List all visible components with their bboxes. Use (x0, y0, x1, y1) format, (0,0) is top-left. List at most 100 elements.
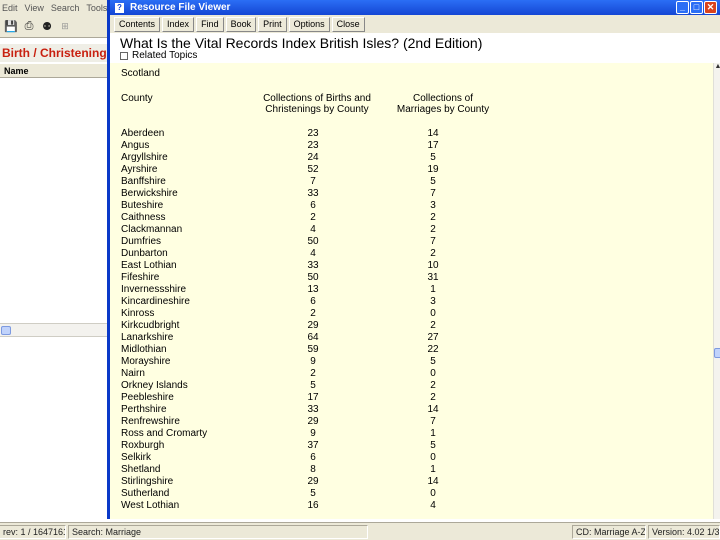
births-cell: 24 (307, 152, 319, 163)
table-row: Nairn 2 0 (110, 368, 710, 380)
births-cell: 23 (307, 128, 319, 139)
status-version: Version: 4.02 1/31/ (648, 525, 720, 539)
related-topics-icon[interactable] (120, 51, 128, 60)
marriages-cell: 14 (427, 404, 439, 415)
document-area: What Is the Vital Records Index British … (110, 33, 720, 519)
county-table: Aberdeen 23 14 Angus 23 17 Argyllshire 24 5 Ayrsh… (110, 128, 710, 512)
table-row: Kirkcudbright 29 2 (110, 320, 710, 332)
book-button[interactable]: Book (225, 16, 257, 32)
births-cell: 6 (310, 452, 316, 463)
marriages-cell: 14 (427, 128, 439, 139)
menu-tools[interactable]: Tools (86, 3, 107, 13)
table-row: East Lothian 33 10 (110, 260, 710, 272)
contents-button[interactable]: Contents (114, 16, 161, 32)
marriages-cell: 0 (430, 308, 436, 319)
close-button[interactable]: ✕ (704, 1, 717, 14)
save-icon[interactable]: 💾 (4, 20, 18, 34)
marriages-cell: 7 (430, 236, 436, 247)
horizontal-scrollbar[interactable] (0, 323, 110, 337)
vertical-scroll-thumb[interactable] (714, 348, 720, 358)
bg-menubar: Edit View Search Tools (0, 0, 110, 16)
births-cell: 52 (307, 164, 319, 175)
births-cell: 29 (307, 320, 319, 331)
header-marriages: Collections of Marriages by County (396, 93, 490, 115)
county-cell: Ayrshire (121, 164, 158, 175)
county-cell: Midlothian (121, 344, 167, 355)
minimize-button[interactable]: _ (676, 1, 689, 14)
table-row: Buteshire 6 3 (110, 200, 710, 212)
status-search: Search: Marriage (68, 525, 368, 539)
details-pane (0, 337, 110, 522)
county-cell: East Lothian (121, 260, 177, 271)
marriages-cell: 2 (430, 380, 436, 391)
options-button[interactable]: Options (288, 16, 330, 32)
find-button[interactable]: Find (196, 16, 224, 32)
county-cell: Sutherland (121, 488, 170, 499)
bg-toolbar: 💾 ⎙ ⚉ ⊞ (0, 16, 110, 38)
header-county: County (121, 93, 153, 104)
births-cell: 9 (310, 428, 316, 439)
births-cell: 59 (307, 344, 319, 355)
table-row: Caithness 2 2 (110, 212, 710, 224)
related-topics-link[interactable]: Related Topics (120, 50, 197, 61)
marriages-cell: 10 (427, 260, 439, 271)
print-icon[interactable]: ⎙ (22, 20, 36, 34)
column-header-name[interactable]: Name (0, 63, 110, 78)
marriages-cell: 31 (427, 272, 439, 283)
marriages-cell: 27 (427, 332, 439, 343)
status-cd: CD: Marriage A-Z (572, 525, 646, 539)
region-label: Scotland (121, 68, 160, 79)
county-cell: Stirlingshire (121, 476, 174, 487)
marriages-cell: 0 (430, 368, 436, 379)
print-button[interactable]: Print (258, 16, 287, 32)
maximize-button[interactable]: □ (690, 1, 703, 14)
table-row: Banffshire 7 5 (110, 176, 710, 188)
county-cell: Lanarkshire (121, 332, 174, 343)
header-births: Collections of Births and Christenings b… (263, 93, 371, 115)
table-row: Berwickshire 33 7 (110, 188, 710, 200)
status-record: rev: 1 / 1647161 (0, 525, 66, 539)
county-cell: Buteshire (121, 200, 164, 211)
marriages-cell: 0 (430, 452, 436, 463)
document-title: What Is the Vital Records Index British … (120, 35, 483, 51)
county-cell: Peebleshire (121, 392, 174, 403)
scroll-thumb[interactable] (1, 326, 11, 335)
menu-view[interactable]: View (25, 3, 44, 13)
bg-section-heading: Birth / Christening (0, 44, 110, 62)
menu-edit[interactable]: Edit (2, 3, 18, 13)
binoculars-icon[interactable]: ⚉ (40, 20, 54, 34)
table-row: Stirlingshire 29 14 (110, 476, 710, 488)
births-cell: 2 (310, 212, 316, 223)
title-bar[interactable]: ? Resource File Viewer _ □ ✕ (110, 0, 720, 15)
marriages-cell: 5 (430, 152, 436, 163)
births-cell: 29 (307, 416, 319, 427)
county-cell: Ross and Cromarty (121, 428, 208, 439)
vertical-scrollbar[interactable]: ▲ (713, 63, 720, 519)
births-cell: 6 (310, 296, 316, 307)
marriages-cell: 2 (430, 320, 436, 331)
births-cell: 2 (310, 308, 316, 319)
grid-icon[interactable]: ⊞ (58, 20, 72, 34)
marriages-cell: 0 (430, 488, 436, 499)
menu-search[interactable]: Search (51, 3, 80, 13)
births-cell: 50 (307, 272, 319, 283)
table-row: Sutherland 5 0 (110, 488, 710, 500)
county-cell: Shetland (121, 464, 161, 475)
status-bar: rev: 1 / 1647161 Search: Marriage CD: Ma… (0, 522, 720, 540)
index-button[interactable]: Index (162, 16, 195, 32)
table-row: Roxburgh 37 5 (110, 440, 710, 452)
scroll-up-icon[interactable]: ▲ (714, 63, 720, 71)
table-row: Midlothian 59 22 (110, 344, 710, 356)
close-viewer-button[interactable]: Close (331, 16, 365, 32)
related-topics-label[interactable]: Related Topics (132, 50, 197, 61)
table-row: Perthshire 33 14 (110, 404, 710, 416)
table-row: Argyllshire 24 5 (110, 152, 710, 164)
marriages-cell: 2 (430, 248, 436, 259)
county-cell: Caithness (121, 212, 166, 223)
births-cell: 17 (307, 392, 319, 403)
births-cell: 4 (310, 224, 316, 235)
marriages-cell: 2 (430, 224, 436, 235)
county-cell: Fifeshire (121, 272, 160, 283)
name-list[interactable] (0, 78, 110, 323)
marriages-cell: 7 (430, 188, 436, 199)
